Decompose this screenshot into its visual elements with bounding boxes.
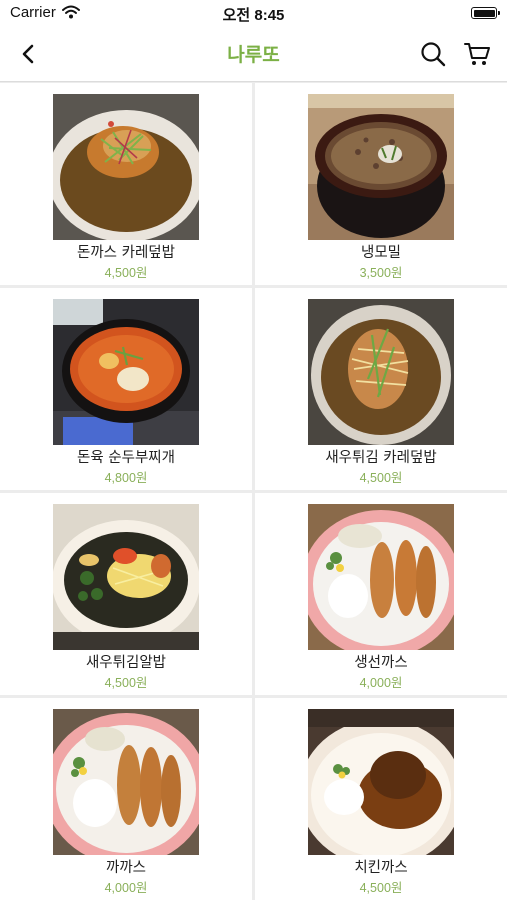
menu-item-price: 4,000원 <box>104 881 148 895</box>
menu-item-name: 생선까스 <box>354 655 408 671</box>
menu-item-price: 4,800원 <box>104 471 148 485</box>
menu-item-photo <box>308 504 454 650</box>
navigation-bar: 나루또 <box>0 26 507 82</box>
battery-icon <box>471 7 500 19</box>
menu-item-card[interactable]: 돈까스 카레덮밥 4,500원 <box>0 83 252 285</box>
menu-item-photo <box>308 709 454 855</box>
menu-item-price: 4,500원 <box>104 266 148 280</box>
menu-item-photo <box>308 94 454 240</box>
menu-item-price: 4,500원 <box>104 676 148 690</box>
menu-item-card[interactable]: 치킨까스 4,500원 <box>255 698 507 900</box>
menu-item-photo <box>53 299 199 445</box>
menu-item-price: 4,500원 <box>359 471 403 485</box>
menu-item-price: 4,500원 <box>359 881 403 895</box>
menu-item-card[interactable]: 냉모밀 3,500원 <box>255 83 507 285</box>
menu-item-photo <box>53 709 199 855</box>
menu-item-name: 치킨까스 <box>354 860 408 876</box>
menu-item-card[interactable]: 새우튀김알밥 4,500원 <box>0 493 252 695</box>
cart-button[interactable] <box>461 38 493 70</box>
menu-item-card[interactable]: 돈육 순두부찌개 4,800원 <box>0 288 252 490</box>
status-bar: Carrier 오전 8:45 <box>0 0 507 26</box>
menu-item-name: 새우튀김알밥 <box>85 655 167 671</box>
menu-item-name: 돈육 순두부찌개 <box>77 450 175 466</box>
menu-grid: 돈까스 카레덮밥 4,500원 냉모밀 3,500원 돈육 순두부찌개 4,80… <box>0 83 507 900</box>
menu-item-name: 돈까스 카레덮밥 <box>77 245 175 261</box>
search-button[interactable] <box>417 38 449 70</box>
cart-icon <box>464 43 490 65</box>
menu-item-photo <box>53 504 199 650</box>
search-icon <box>421 42 446 67</box>
menu-item-card[interactable]: 생선까스 4,000원 <box>255 493 507 695</box>
menu-item-price: 3,500원 <box>359 266 403 280</box>
menu-item-name: 냉모밀 <box>360 245 402 261</box>
status-time: 오전 8:45 <box>222 7 285 24</box>
menu-item-name: 새우튀김 카레덮밥 <box>325 450 437 466</box>
menu-item-card[interactable]: 까까스 4,000원 <box>0 698 252 900</box>
menu-item-card[interactable]: 새우튀김 카레덮밥 4,500원 <box>255 288 507 490</box>
menu-item-price: 4,000원 <box>359 676 403 690</box>
menu-item-photo <box>53 94 199 240</box>
menu-item-name: 까까스 <box>105 860 147 876</box>
menu-item-photo <box>308 299 454 445</box>
